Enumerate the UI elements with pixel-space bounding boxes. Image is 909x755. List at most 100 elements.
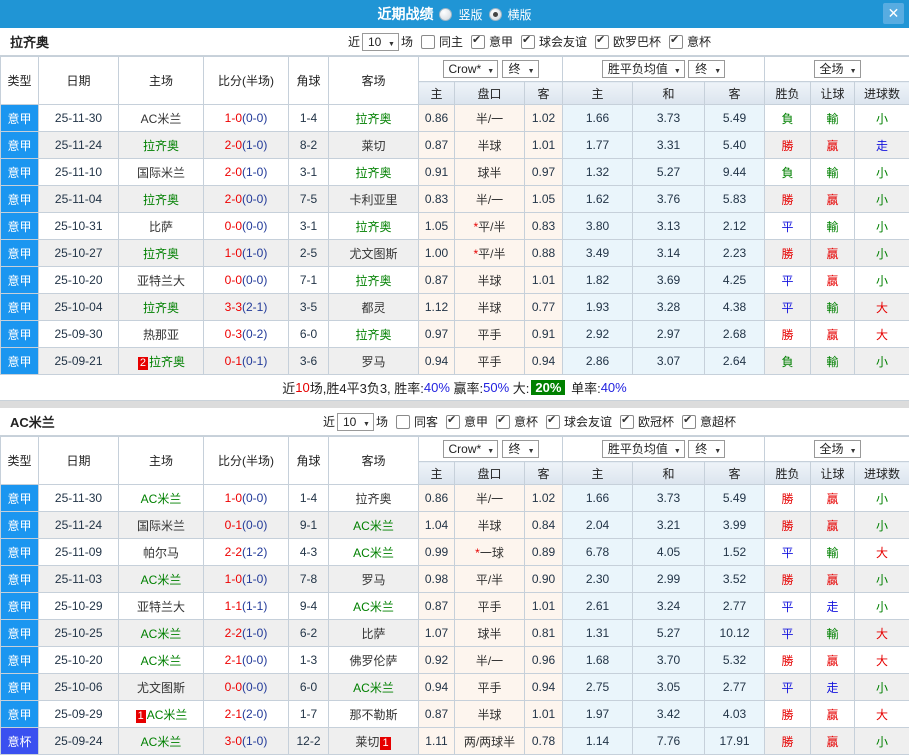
home-team-cell: 拉齐奥 xyxy=(119,240,204,267)
corner-score: 1-4 xyxy=(289,485,329,512)
league-label[interactable]: 意杯 xyxy=(687,33,711,50)
full-score: 2-0 xyxy=(225,165,242,179)
league-badge: 意甲 xyxy=(1,186,39,213)
half-score: (0-0) xyxy=(242,219,267,233)
match-row: 意甲 25-10-06 尤文图斯 0-0(0-0) 6-0 AC米兰 0.94 … xyxy=(1,674,909,701)
avg-draw-odds: 2.97 xyxy=(633,321,705,348)
home-team-cell: 帕尔马 xyxy=(119,539,204,566)
away-team: 尤文图斯 xyxy=(349,247,397,261)
league-label[interactable]: 意超杯 xyxy=(700,413,736,430)
away-team-cell: 拉齐奥 xyxy=(329,159,419,186)
red-card-badge: 1 xyxy=(380,737,390,750)
home-team-cell: AC米兰 xyxy=(119,566,204,593)
handicap-text: 半球 xyxy=(477,301,501,315)
filter-bar: 近 10 场 同主 意甲 球会友谊 欧罗巴杯 意杯 xyxy=(150,33,909,51)
avg-draw-odds: 3.31 xyxy=(633,132,705,159)
final-avg-select[interactable]: 终 xyxy=(688,440,725,458)
avg-odds-select[interactable]: 胜平负均值 xyxy=(602,60,685,78)
match-row: 意甲 25-11-04 拉齐奥 2-0(0-0) 7-5 卡利亚里 0.83 半… xyxy=(1,186,909,213)
handicap-result: 贏 xyxy=(811,267,855,294)
same-away-checkbox[interactable] xyxy=(396,415,410,429)
full-score: 0-1 xyxy=(225,518,242,532)
league-label[interactable]: 意甲 xyxy=(489,33,513,50)
match-count-select[interactable]: 10 xyxy=(362,33,399,51)
handicap-text: 平/半 xyxy=(476,573,503,587)
home-team: 拉齐奥 xyxy=(149,355,185,369)
league-checkbox[interactable] xyxy=(546,415,560,429)
home-team: 亚特兰大 xyxy=(137,274,185,288)
odds-company-select[interactable]: Crow* xyxy=(443,440,499,458)
same-home-checkbox[interactable] xyxy=(421,35,435,49)
section-divider xyxy=(0,401,909,408)
horizontal-layout-label[interactable]: 横版 xyxy=(508,6,532,23)
home-team-cell: AC米兰 xyxy=(119,105,204,132)
match-count-select[interactable]: 10 xyxy=(337,413,374,431)
league-checkbox[interactable] xyxy=(595,35,609,49)
league-label[interactable]: 意杯 xyxy=(514,413,538,430)
vertical-layout-radio[interactable] xyxy=(439,8,452,21)
away-team-cell: AC米兰 xyxy=(329,512,419,539)
league-label[interactable]: 意甲 xyxy=(464,413,488,430)
filter-bar: 近 10 场 同客 意甲 意杯 球会友谊 欧冠杯 意超杯 xyxy=(150,413,909,431)
final-odds-select[interactable]: 终 xyxy=(502,440,539,458)
handicap-result: 輸 xyxy=(811,348,855,375)
same-away-label[interactable]: 同客 xyxy=(414,413,438,430)
full-score: 1-0 xyxy=(225,111,242,125)
handicap-result: 贏 xyxy=(811,485,855,512)
avg-away-odds: 5.49 xyxy=(705,485,765,512)
handicap-result: 輸 xyxy=(811,620,855,647)
league-checkbox[interactable] xyxy=(620,415,634,429)
final-odds-select[interactable]: 终 xyxy=(502,60,539,78)
handicap-line: 球半 xyxy=(455,620,525,647)
avg-draw-odds: 3.21 xyxy=(633,512,705,539)
league-label[interactable]: 欧罗巴杯 xyxy=(613,33,661,50)
away-team-cell: 拉齐奥 xyxy=(329,213,419,240)
final-avg-select[interactable]: 终 xyxy=(688,60,725,78)
near-label: 近 xyxy=(348,33,360,50)
league-label[interactable]: 欧冠杯 xyxy=(638,413,674,430)
league-checkbox[interactable] xyxy=(496,415,510,429)
close-icon[interactable]: ✕ xyxy=(883,3,904,24)
goals-result: 走 xyxy=(855,132,909,159)
same-home-label[interactable]: 同主 xyxy=(439,33,463,50)
scope-select[interactable]: 全场 xyxy=(814,440,861,458)
league-label[interactable]: 球会友谊 xyxy=(539,33,587,50)
handicap-away-odds: 1.02 xyxy=(525,105,563,132)
horizontal-layout-radio[interactable] xyxy=(489,8,502,21)
section-header-lazio: 拉齐奥 近 10 场 同主 意甲 球会友谊 欧罗巴杯 意杯 xyxy=(0,28,909,56)
corner-score: 6-0 xyxy=(289,321,329,348)
handicap-home-odds: 1.05 xyxy=(419,213,455,240)
away-team-cell: 拉齐奥 xyxy=(329,321,419,348)
away-team-cell: 拉齐奥 xyxy=(329,485,419,512)
avg-odds-select[interactable]: 胜平负均值 xyxy=(602,440,685,458)
league-badge: 意甲 xyxy=(1,105,39,132)
col-result: 胜负 xyxy=(765,82,811,105)
avg-home-odds: 1.68 xyxy=(563,647,633,674)
handicap-away-odds: 1.01 xyxy=(525,701,563,728)
handicap-home-odds: 0.98 xyxy=(419,566,455,593)
league-checkbox[interactable] xyxy=(669,35,683,49)
handicap-line: 半球 xyxy=(455,132,525,159)
league-checkbox[interactable] xyxy=(682,415,696,429)
col-handicap-result: 让球 xyxy=(811,462,855,485)
summary-segment: 50% xyxy=(483,380,509,395)
col-date: 日期 xyxy=(39,57,119,105)
avg-home-odds: 2.04 xyxy=(563,512,633,539)
vertical-layout-label[interactable]: 竖版 xyxy=(458,6,482,23)
handicap-home-odds: 0.94 xyxy=(419,348,455,375)
league-checkbox[interactable] xyxy=(471,35,485,49)
league-label[interactable]: 球会友谊 xyxy=(564,413,612,430)
league-checkbox[interactable] xyxy=(521,35,535,49)
half-score: (1-0) xyxy=(242,626,267,640)
home-team-cell: 国际米兰 xyxy=(119,159,204,186)
col-type: 类型 xyxy=(1,437,39,485)
handicap-home-odds: 0.87 xyxy=(419,132,455,159)
full-score: 3-0 xyxy=(225,734,242,748)
handicap-away-odds: 0.96 xyxy=(525,647,563,674)
league-checkbox[interactable] xyxy=(446,415,460,429)
handicap-away-odds: 1.01 xyxy=(525,132,563,159)
scope-select[interactable]: 全场 xyxy=(814,60,861,78)
away-team: AC米兰 xyxy=(353,546,394,560)
home-team-cell: 拉齐奥 xyxy=(119,186,204,213)
odds-company-select[interactable]: Crow* xyxy=(443,60,499,78)
